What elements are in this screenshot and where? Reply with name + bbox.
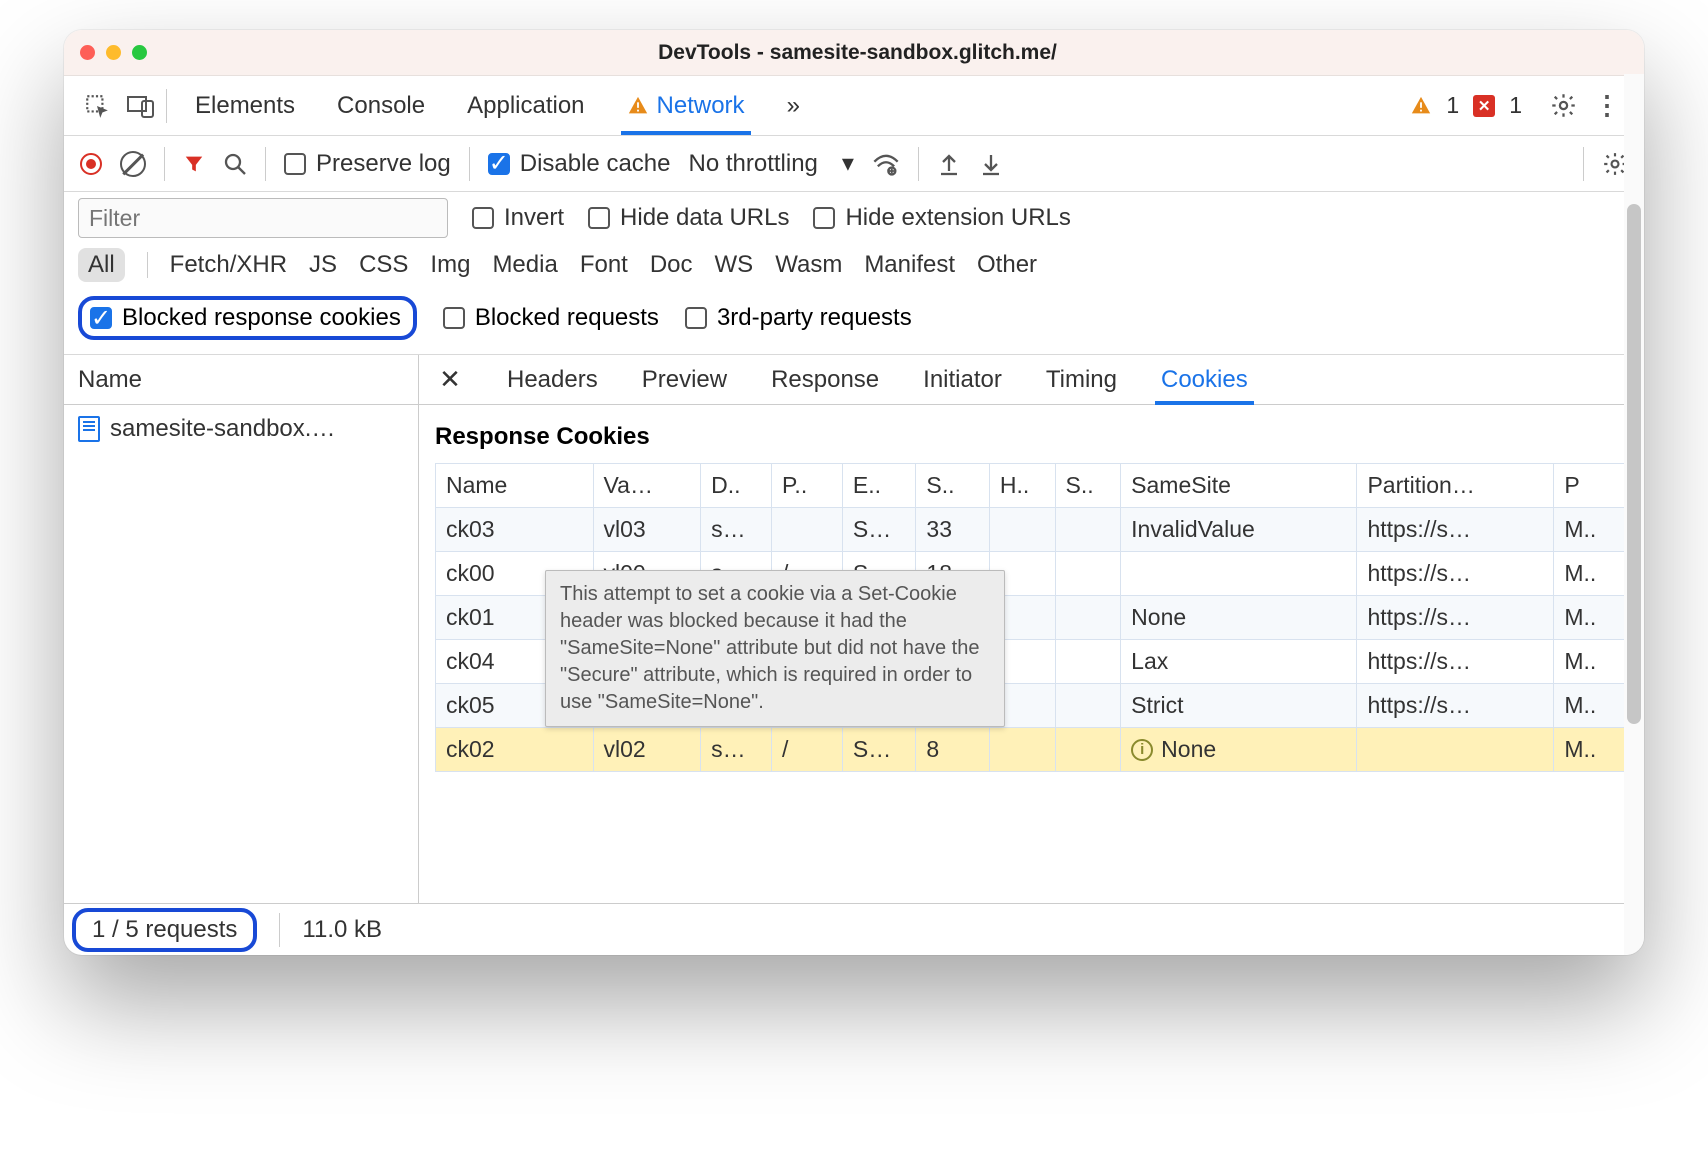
detail-tabbar: ✕ Headers Preview Response Initiator Tim… <box>419 355 1644 405</box>
filter-toggle-icon[interactable] <box>183 153 205 175</box>
cookie-blocked-tooltip: This attempt to set a cookie via a Set-C… <box>545 570 1005 727</box>
throttling-select[interactable]: No throttling ▾ <box>688 149 853 178</box>
filter-input[interactable] <box>78 198 448 238</box>
download-har-icon[interactable] <box>979 151 1003 177</box>
type-css[interactable]: CSS <box>359 251 408 279</box>
devtools-window: DevTools - samesite-sandbox.glitch.me/ E… <box>64 30 1644 955</box>
dtab-headers[interactable]: Headers <box>505 358 600 402</box>
table-row[interactable]: ck02vl02s…/S…8iNoneM.. <box>436 728 1628 772</box>
type-all[interactable]: All <box>78 248 125 282</box>
blocked-requests-checkbox[interactable]: Blocked requests <box>443 304 659 332</box>
issue-badges[interactable]: 1 ✕ 1 <box>1410 92 1522 119</box>
warnings-count: 1 <box>1446 92 1459 119</box>
network-main: Name samesite-sandbox.… ✕ Headers Previe… <box>64 355 1644 903</box>
block-filters-row: ✓ Blocked response cookies Blocked reque… <box>64 292 1644 355</box>
tab-elements[interactable]: Elements <box>193 80 297 132</box>
window-title: DevTools - samesite-sandbox.glitch.me/ <box>147 41 1568 65</box>
dtab-response[interactable]: Response <box>769 358 881 402</box>
search-icon[interactable] <box>223 152 247 176</box>
kebab-menu-icon[interactable]: ⋮ <box>1588 87 1626 125</box>
request-list-pane: Name samesite-sandbox.… <box>64 355 419 903</box>
type-other[interactable]: Other <box>977 251 1037 279</box>
zoom-window-button[interactable] <box>132 45 147 60</box>
hide-extension-urls-checkbox[interactable]: Hide extension URLs <box>813 204 1070 232</box>
titlebar: DevTools - samesite-sandbox.glitch.me/ <box>64 30 1644 76</box>
warning-icon <box>1410 95 1432 117</box>
requests-count: 1 / 5 requests <box>72 908 257 952</box>
settings-gear-icon[interactable] <box>1544 87 1582 125</box>
close-detail-icon[interactable]: ✕ <box>435 364 465 395</box>
response-cookies-heading: Response Cookies <box>435 423 1628 451</box>
table-header-row[interactable]: NameVa… D..P.. E..S.. H..S.. SameSitePar… <box>436 464 1628 508</box>
request-row[interactable]: samesite-sandbox.… <box>64 405 418 453</box>
table-row[interactable]: ck03vl03s…S…33InvalidValuehttps://s…M.. <box>436 508 1628 552</box>
type-manifest[interactable]: Manifest <box>864 251 955 279</box>
transfer-size: 11.0 kB <box>302 916 382 944</box>
tab-console[interactable]: Console <box>335 80 427 132</box>
main-tabbar: Elements Console Application Network » 1… <box>64 76 1644 136</box>
close-window-button[interactable] <box>80 45 95 60</box>
disable-cache-checkbox[interactable]: ✓Disable cache <box>488 150 671 178</box>
type-media[interactable]: Media <box>492 251 557 279</box>
status-bar: 1 / 5 requests 11.0 kB <box>64 903 1644 955</box>
window-controls <box>80 45 147 60</box>
resource-type-filter: All Fetch/XHR JS CSS Img Media Font Doc … <box>64 244 1644 292</box>
type-js[interactable]: JS <box>309 251 337 279</box>
error-icon: ✕ <box>1473 95 1495 117</box>
window-scrollbar[interactable] <box>1624 74 1644 955</box>
tabs-overflow[interactable]: » <box>785 80 802 132</box>
network-toolbar: Preserve log ✓Disable cache No throttlin… <box>64 136 1644 192</box>
warning-icon <box>627 95 649 117</box>
type-wasm[interactable]: Wasm <box>775 251 842 279</box>
document-icon <box>78 416 100 442</box>
type-font[interactable]: Font <box>580 251 628 279</box>
tab-application[interactable]: Application <box>465 80 586 132</box>
network-conditions-icon[interactable] <box>872 152 900 176</box>
errors-count: 1 <box>1509 92 1522 119</box>
minimize-window-button[interactable] <box>106 45 121 60</box>
type-fetch-xhr[interactable]: Fetch/XHR <box>170 251 287 279</box>
filter-row: Invert Hide data URLs Hide extension URL… <box>64 192 1644 244</box>
checkbox-checked-icon: ✓ <box>90 307 112 329</box>
detail-pane: ✕ Headers Preview Response Initiator Tim… <box>419 355 1644 903</box>
dtab-timing[interactable]: Timing <box>1044 358 1119 402</box>
hide-data-urls-checkbox[interactable]: Hide data URLs <box>588 204 789 232</box>
type-doc[interactable]: Doc <box>650 251 693 279</box>
request-name: samesite-sandbox.… <box>110 415 335 443</box>
third-party-requests-checkbox[interactable]: 3rd-party requests <box>685 304 912 332</box>
tab-network[interactable]: Network <box>625 80 747 132</box>
dtab-cookies[interactable]: Cookies <box>1159 358 1250 402</box>
clear-button[interactable] <box>120 151 146 177</box>
upload-har-icon[interactable] <box>937 151 961 177</box>
blocked-response-cookies-checkbox[interactable]: ✓ Blocked response cookies <box>78 296 417 340</box>
invert-checkbox[interactable]: Invert <box>472 204 564 232</box>
dtab-preview[interactable]: Preview <box>640 358 729 402</box>
type-ws[interactable]: WS <box>715 251 754 279</box>
chevron-down-icon: ▾ <box>842 149 854 178</box>
type-img[interactable]: Img <box>430 251 470 279</box>
record-button[interactable] <box>80 153 102 175</box>
dtab-initiator[interactable]: Initiator <box>921 358 1004 402</box>
preserve-log-checkbox[interactable]: Preserve log <box>284 150 451 178</box>
inspect-element-icon[interactable] <box>78 87 116 125</box>
device-toolbar-icon[interactable] <box>122 87 160 125</box>
request-list-header[interactable]: Name <box>64 355 418 405</box>
info-icon[interactable]: i <box>1131 739 1153 761</box>
